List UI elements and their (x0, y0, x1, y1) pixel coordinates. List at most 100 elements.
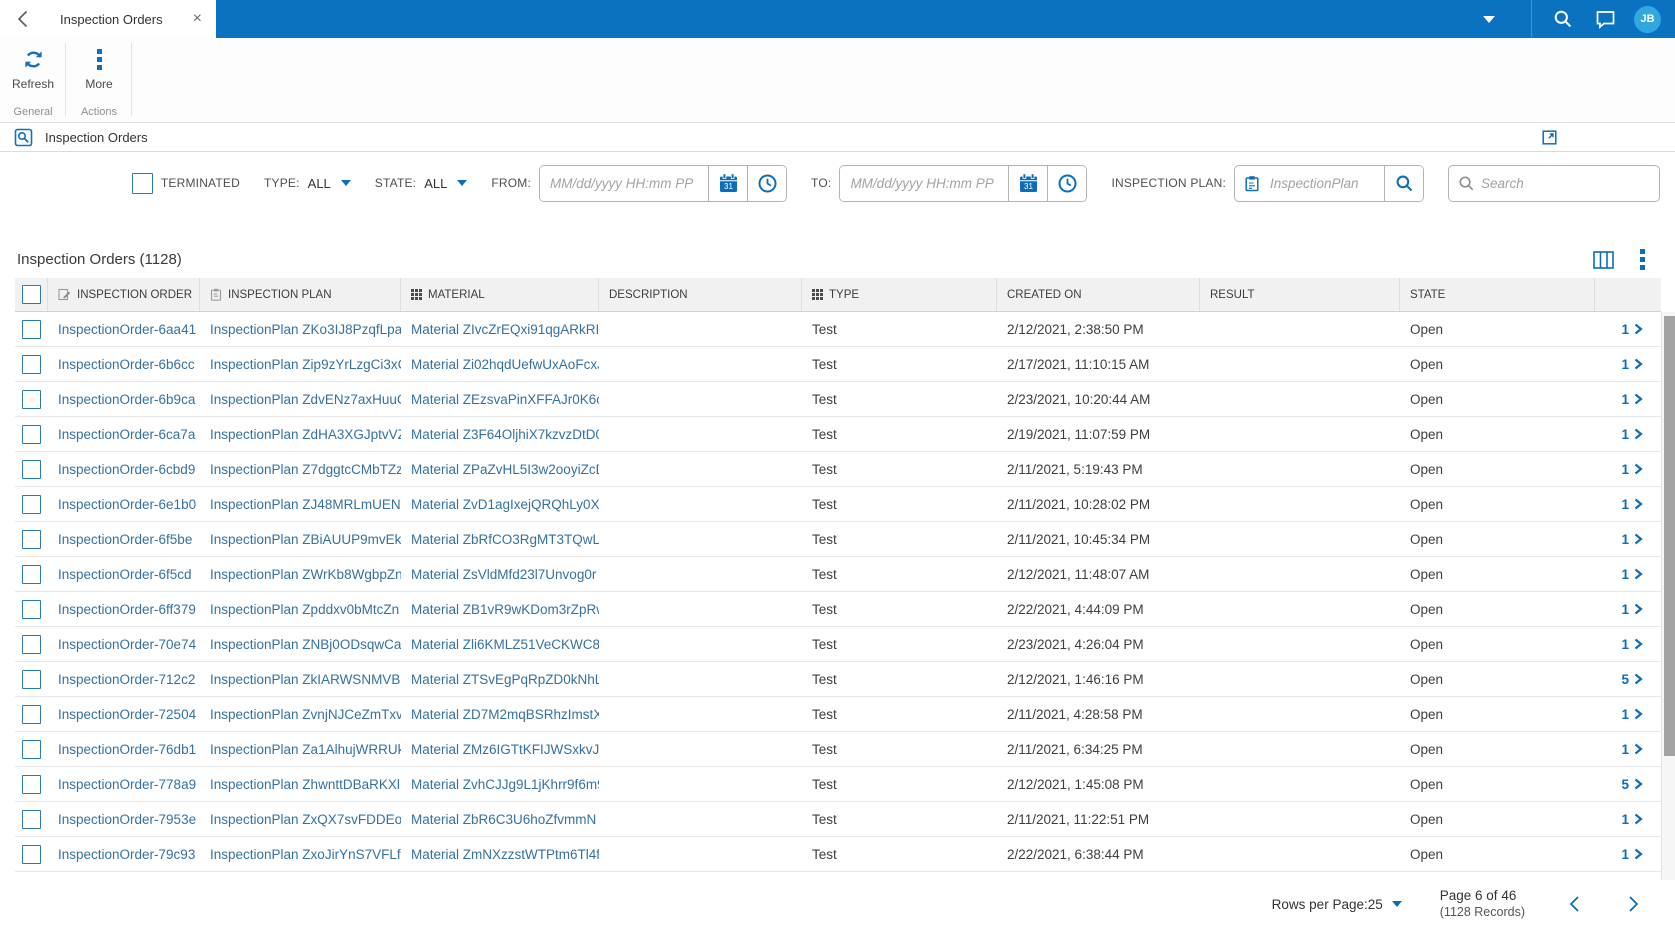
terminated-checkbox[interactable] (132, 173, 153, 194)
cell-inspection-order[interactable]: InspectionOrder-6aa41 (48, 322, 200, 337)
cell-inspection-plan[interactable]: InspectionPlan Zip9zYrLzgCi3xC (200, 357, 401, 372)
row-details-link[interactable]: 1 (1595, 322, 1661, 337)
cell-material[interactable]: Material Zli6KMLZ51VeCKWC8w (401, 637, 599, 652)
cell-inspection-plan[interactable]: InspectionPlan ZvnjNJCeZmTxvl (200, 707, 401, 722)
global-search-button[interactable] (1546, 0, 1580, 38)
cell-material[interactable]: Material ZsVldMfd23l7Unvog0r (401, 567, 599, 582)
from-datetime-input[interactable] (540, 166, 708, 201)
inspection-plan-search-button[interactable] (1384, 166, 1423, 201)
chat-button[interactable] (1588, 0, 1622, 38)
cell-inspection-plan[interactable]: InspectionPlan ZKo3IJ8PzqfLpa (200, 322, 401, 337)
row-details-link[interactable]: 5 (1595, 672, 1661, 687)
column-header-inspection-plan[interactable]: INSPECTION PLAN (200, 278, 401, 311)
to-calendar-button[interactable]: 31 (1008, 166, 1047, 201)
cell-material[interactable]: Material ZbRfCO3RgMT3TQwLb (401, 532, 599, 547)
cell-inspection-plan[interactable]: InspectionPlan ZBiAUUP9mvEk (200, 532, 401, 547)
row-checkbox[interactable] (22, 670, 41, 689)
type-filter-dropdown[interactable]: TYPE: ALL (264, 176, 351, 191)
cell-inspection-order[interactable]: InspectionOrder-712c2 (48, 672, 200, 687)
search-input[interactable] (1481, 176, 1659, 191)
row-checkbox[interactable] (22, 390, 41, 409)
row-details-link[interactable]: 1 (1595, 462, 1661, 477)
cell-material[interactable]: Material Zi02hqdUefwUxAoFcxJ (401, 357, 599, 372)
column-header-created-on[interactable]: CREATED ON (997, 278, 1200, 311)
row-checkbox[interactable] (22, 705, 41, 724)
row-checkbox[interactable] (22, 460, 41, 479)
cell-inspection-plan[interactable]: InspectionPlan ZWrKb8WgbpZn (200, 567, 401, 582)
row-details-link[interactable]: 1 (1595, 847, 1661, 862)
tab-close-button[interactable]: × (189, 10, 206, 28)
row-details-link[interactable]: 1 (1595, 742, 1661, 757)
row-details-link[interactable]: 1 (1595, 532, 1661, 547)
cell-material[interactable]: Material ZbR6C3U6hoZfvmmN (401, 812, 599, 827)
row-checkbox[interactable] (22, 635, 41, 654)
row-details-link[interactable]: 1 (1595, 567, 1661, 582)
column-header-description[interactable]: DESCRIPTION (599, 278, 802, 311)
row-checkbox[interactable] (22, 600, 41, 619)
cell-inspection-plan[interactable]: InspectionPlan ZNBj0ODsqwCa (200, 637, 401, 652)
cell-inspection-order[interactable]: InspectionOrder-6ff379 (48, 602, 200, 617)
user-avatar[interactable]: JB (1634, 6, 1661, 33)
select-all-checkbox[interactable] (22, 285, 41, 304)
next-page-button[interactable] (1623, 892, 1645, 916)
to-datetime-input[interactable] (840, 166, 1008, 201)
rows-per-page-dropdown[interactable]: Rows per Page:25 (1272, 897, 1402, 912)
chevron-down-icon[interactable] (1483, 16, 1495, 23)
column-header-type[interactable]: TYPE (802, 278, 997, 311)
inspection-plan-input[interactable] (1260, 166, 1384, 201)
cell-inspection-order[interactable]: InspectionOrder-6f5cd (48, 567, 200, 582)
cell-inspection-order[interactable]: InspectionOrder-72504 (48, 707, 200, 722)
cell-inspection-order[interactable]: InspectionOrder-79c93 (48, 847, 200, 862)
cell-inspection-order[interactable]: InspectionOrder-6b9ca (48, 392, 200, 407)
cell-inspection-plan[interactable]: InspectionPlan Z7dggtcCMbTZz (200, 462, 401, 477)
cell-inspection-plan[interactable]: InspectionPlan Za1AlhujWRRUk (200, 742, 401, 757)
row-checkbox[interactable] (22, 320, 41, 339)
cell-material[interactable]: Material ZIvcZrEQxi91qgARkRIN (401, 322, 599, 337)
cell-inspection-order[interactable]: InspectionOrder-7953e (48, 812, 200, 827)
row-details-link[interactable]: 1 (1595, 602, 1661, 617)
cell-material[interactable]: Material ZPaZvHL5I3w2ooyiZcD (401, 462, 599, 477)
back-button[interactable] (10, 10, 34, 28)
column-header-state[interactable]: STATE (1400, 278, 1595, 311)
cell-inspection-plan[interactable]: InspectionPlan ZJ48MRLmUENv (200, 497, 401, 512)
from-calendar-button[interactable]: 31 (708, 166, 747, 201)
cell-inspection-order[interactable]: InspectionOrder-6cbd9 (48, 462, 200, 477)
row-details-link[interactable]: 1 (1595, 637, 1661, 652)
table-more-icon[interactable] (1640, 249, 1645, 270)
column-settings-icon[interactable] (1593, 251, 1614, 269)
cell-material[interactable]: Material ZD7M2mqBSRhzImstX (401, 707, 599, 722)
cell-inspection-plan[interactable]: InspectionPlan ZdvENz7axHuuC (200, 392, 401, 407)
cell-inspection-order[interactable]: InspectionOrder-76db1 (48, 742, 200, 757)
cell-material[interactable]: Material ZB1vR9wKDom3rZpRw (401, 602, 599, 617)
cell-material[interactable]: Material ZvhCJJg9L1jKhrr9f6m9 (401, 777, 599, 792)
row-checkbox[interactable] (22, 810, 41, 829)
more-button[interactable]: More (75, 45, 122, 93)
row-checkbox[interactable] (22, 355, 41, 374)
cell-inspection-order[interactable]: InspectionOrder-6ca7a (48, 427, 200, 442)
previous-page-button[interactable] (1563, 892, 1585, 916)
cell-material[interactable]: Material ZvD1agIxejQRQhLy0Xh (401, 497, 599, 512)
row-details-link[interactable]: 1 (1595, 392, 1661, 407)
cell-inspection-order[interactable]: InspectionOrder-778a9 (48, 777, 200, 792)
cell-inspection-plan[interactable]: InspectionPlan ZxQX7svFDDEor (200, 812, 401, 827)
cell-inspection-order[interactable]: InspectionOrder-70e74 (48, 637, 200, 652)
row-checkbox[interactable] (22, 530, 41, 549)
active-tab[interactable]: Inspection Orders × (0, 0, 216, 38)
cell-material[interactable]: Material Z3F64OljhiX7kzvzDtD0 (401, 427, 599, 442)
row-checkbox[interactable] (22, 565, 41, 584)
row-checkbox[interactable] (22, 740, 41, 759)
cell-inspection-plan[interactable]: InspectionPlan ZxoJirYnS7VFLf9 (200, 847, 401, 862)
refresh-button[interactable]: Refresh (2, 45, 64, 93)
cell-inspection-plan[interactable]: InspectionPlan Zpddxv0bMtcZn (200, 602, 401, 617)
row-checkbox[interactable] (22, 845, 41, 864)
cell-inspection-order[interactable]: InspectionOrder-6e1b0 (48, 497, 200, 512)
row-checkbox[interactable] (22, 775, 41, 794)
cell-inspection-plan[interactable]: InspectionPlan ZkIARWSNMVBl (200, 672, 401, 687)
cell-inspection-plan[interactable]: InspectionPlan ZhwnttDBaRKXl (200, 777, 401, 792)
cell-material[interactable]: Material ZEzsvaPinXFFAJr0K6o6 (401, 392, 599, 407)
from-time-button[interactable] (747, 166, 786, 201)
column-header-inspection-order[interactable]: INSPECTION ORDER (48, 278, 200, 311)
column-header-material[interactable]: MATERIAL (401, 278, 599, 311)
expand-panel-button[interactable] (1542, 130, 1557, 145)
row-details-link[interactable]: 1 (1595, 427, 1661, 442)
